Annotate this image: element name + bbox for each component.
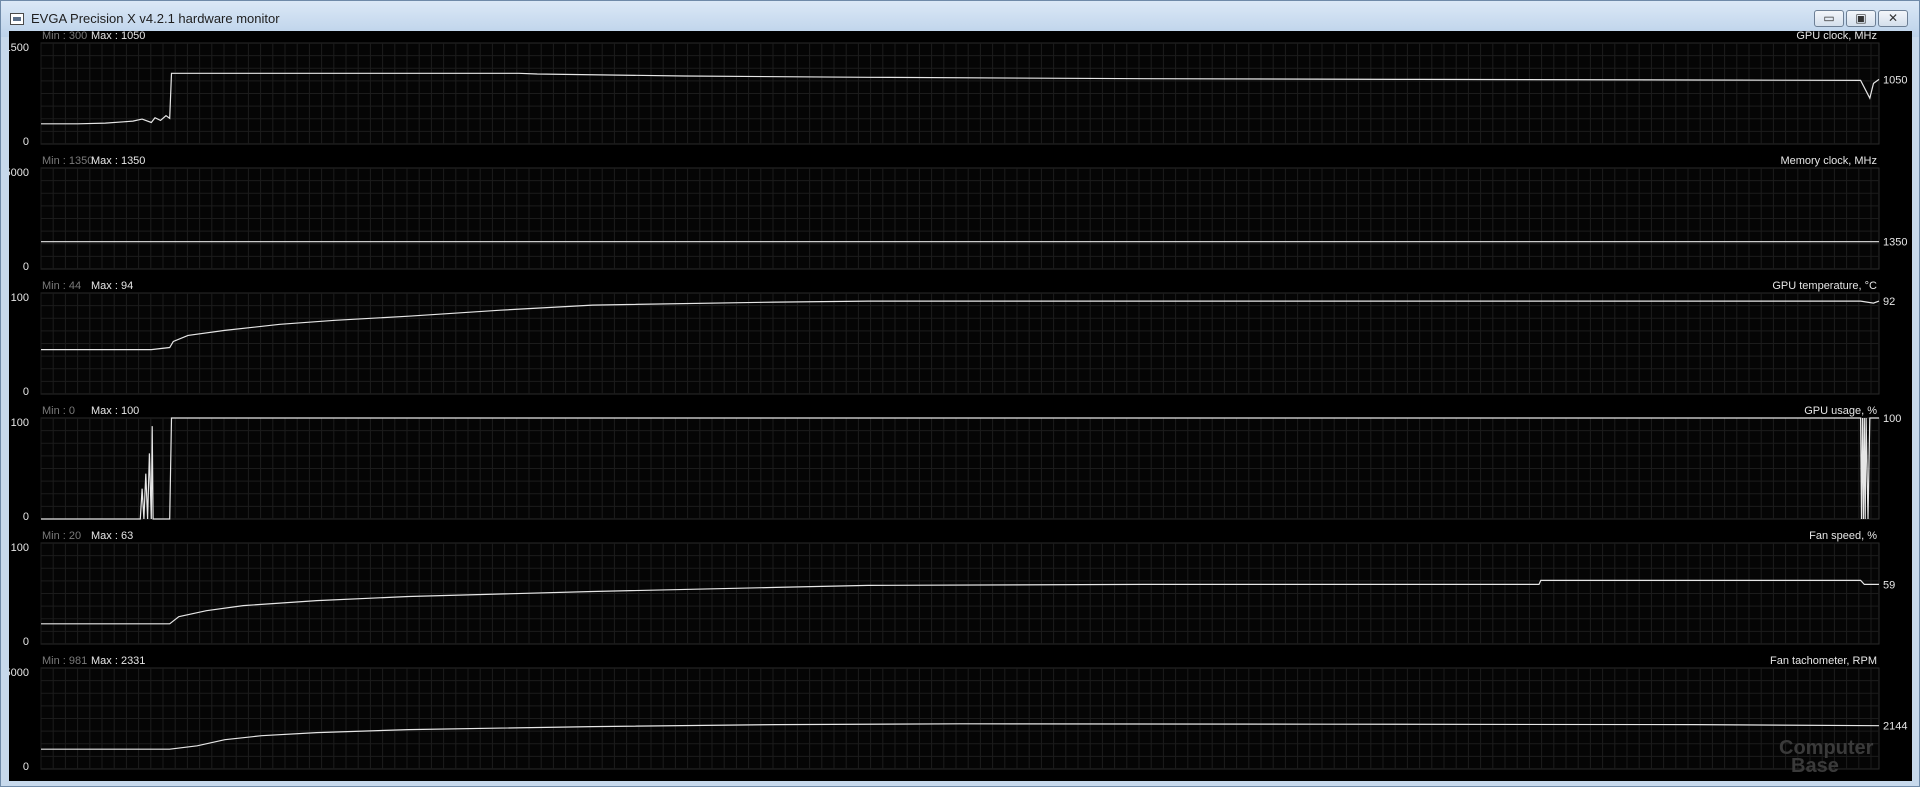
gpu-temperature-y-min-label: 0 (23, 386, 29, 398)
fan-tachometer-y-min-label: 0 (23, 761, 29, 773)
gpu-clock-title: GPU clock, MHz (1796, 31, 1877, 42)
fan-speed-min-label: Min : 20 (42, 530, 81, 542)
memory-clock-y-min-label: 0 (23, 261, 29, 273)
computerbase-watermark: Computer Base (1779, 738, 1873, 777)
memory-clock-current-value: 1350 (1883, 237, 1907, 249)
minimize-button[interactable]: ▭ (1814, 10, 1844, 27)
fan-speed-max-label: Max : 63 (91, 530, 133, 542)
gpu-clock-current-value: 1050 (1883, 74, 1907, 86)
monitor-graphs-area[interactable]: Min : 300 Max : 1050 GPU clock, MHz 1500 0 10… (9, 31, 1912, 781)
gpu-clock-max-label: Max : 1050 (91, 31, 145, 42)
memory-clock-max-label: Max : 1350 (91, 155, 145, 167)
gpu-usage-max-label: Max : 100 (91, 405, 139, 417)
memory-clock-title: Memory clock, MHz (1780, 155, 1877, 167)
watermark-line2: Base (1791, 755, 1839, 777)
gpu-usage-y-max-label: 100 (11, 417, 29, 429)
close-button[interactable]: ✕ (1878, 10, 1908, 27)
memory-clock-y-max-label: 5000 (9, 167, 29, 179)
fan-tachometer-current-value: 2144 (1883, 721, 1907, 733)
fan-tachometer-y-max-label: 5000 (9, 667, 29, 679)
fan-speed-title: Fan speed, % (1809, 530, 1877, 542)
gpu-temperature-y-max-label: 100 (11, 292, 29, 304)
fan-tachometer-title: Fan tachometer, RPM (1770, 655, 1877, 667)
hardware-monitor-window: EVGA Precision X v4.2.1 hardware monitor… (0, 0, 1920, 787)
gpu-clock-y-max-label: 1500 (9, 42, 29, 54)
gpu-clock-min-label: Min : 300 (42, 31, 87, 42)
fan-speed-current-value: 59 (1883, 579, 1895, 591)
gpu-temperature-min-label: Min : 44 (42, 280, 81, 292)
gpu-temperature-current-value: 92 (1883, 296, 1895, 308)
gpu-usage-y-min-label: 0 (23, 511, 29, 523)
fan-speed-y-min-label: 0 (23, 636, 29, 648)
fan-tachometer-max-label: Max : 2331 (91, 655, 145, 667)
fan-tachometer-min-label: Min : 981 (42, 655, 87, 667)
fan-speed-y-max-label: 100 (11, 542, 29, 554)
gpu-usage-current-value: 100 (1883, 413, 1901, 425)
gpu-clock-y-min-label: 0 (23, 136, 29, 148)
monitor-graphs: Min : 300 Max : 1050 GPU clock, MHz 1500 0 10… (9, 31, 1907, 773)
memory-clock-min-label: Min : 1350 (42, 155, 93, 167)
gpu-temperature-title: GPU temperature, °C (1772, 280, 1877, 292)
window-title: EVGA Precision X v4.2.1 hardware monitor (31, 11, 280, 26)
gpu-temperature-max-label: Max : 94 (91, 280, 133, 292)
maximize-button[interactable]: ▣ (1846, 10, 1876, 27)
gpu-usage-title: GPU usage, % (1804, 405, 1877, 417)
app-icon (10, 13, 24, 25)
gpu-usage-min-label: Min : 0 (42, 405, 75, 417)
